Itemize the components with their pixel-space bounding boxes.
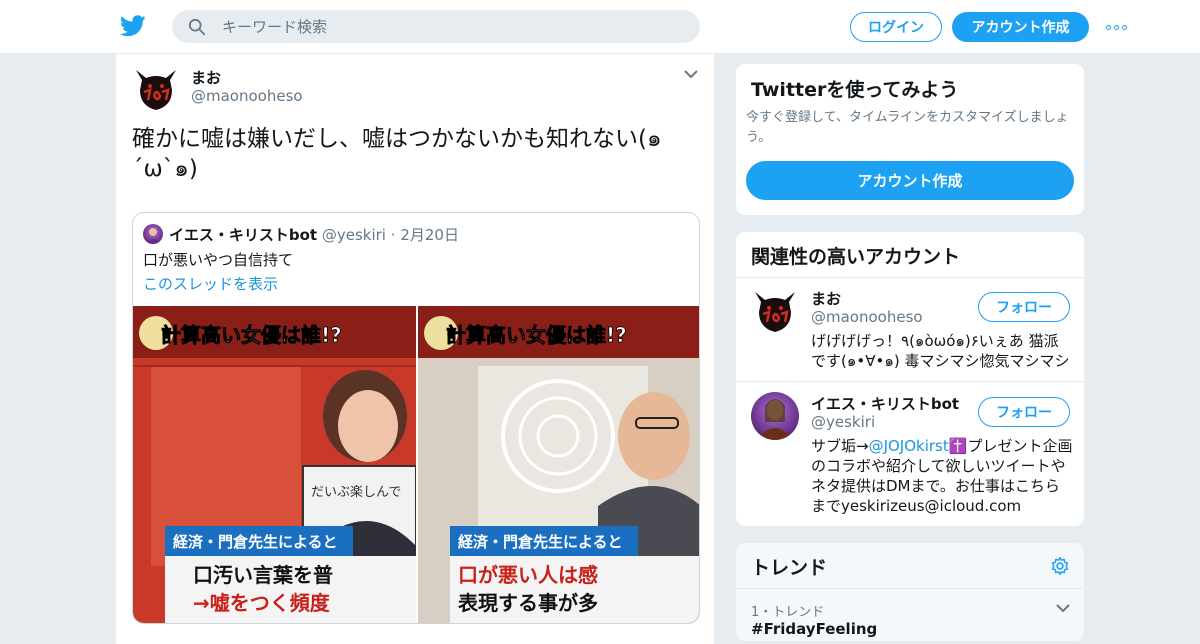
image-caption-line2-2: 表現する事が多 xyxy=(458,591,598,615)
account-handle[interactable]: @maonooheso xyxy=(811,308,923,326)
avatar[interactable] xyxy=(751,288,799,336)
quoted-avatar xyxy=(143,224,163,244)
account-bio: げげげげっ！٩(๑òωó๑)۶いぇあ 猫派です(๑•∀•๑) 毒マシマシ惚気マシ… xyxy=(811,332,1070,370)
signup-card-title: Twitterを使ってみよう xyxy=(751,79,959,101)
signup-card: Twitterを使ってみよう 今すぐ登録して、タイムラインをカスタマイズしましょ… xyxy=(735,63,1085,216)
quoted-text: 口が悪いやつ自信持て xyxy=(143,251,294,269)
avatar[interactable] xyxy=(132,66,180,114)
related-accounts-title: 関連性の高いアカウント xyxy=(751,246,961,268)
follow-button[interactable]: フォロー xyxy=(978,397,1070,427)
quoted-tweet[interactable]: イエス・キリストbot @yeskiri · 2月20日 口が悪いやつ自信持て … xyxy=(132,212,700,624)
media-image-2[interactable]: 計算高い女優は誰!? 経済・門倉先生によると 口が悪い人は感 表現する事が多 xyxy=(418,306,699,623)
media-image-1[interactable]: 計算高い女優は誰!? だいぶ楽しんで 経済・門倉先生によると 口汚い言葉を普 →… xyxy=(133,306,416,623)
account-name[interactable]: まお xyxy=(811,288,841,309)
signup-card-button[interactable]: アカウント作成 xyxy=(746,161,1074,200)
divider xyxy=(736,277,1084,278)
image-banner-1: 計算高い女優は誰!? xyxy=(161,323,342,347)
signup-card-subtitle: 今すぐ登録して、タイムラインをカスタマイズしましょう。 xyxy=(746,110,1069,145)
chevron-down-icon[interactable] xyxy=(684,69,698,79)
tv-screenshot-image: 計算高い女優は誰!? だいぶ楽しんで 経済・門倉先生によると 口汚い言葉を普 →… xyxy=(133,306,416,623)
account-handle[interactable]: @yeskiri xyxy=(811,413,875,431)
trend-item[interactable]: #FridayFeeling xyxy=(751,620,877,638)
tweet-author-name[interactable]: まお xyxy=(191,67,221,88)
bio-mention-link[interactable]: @JOJOkirst xyxy=(869,437,949,455)
image-caption-top-1: 経済・門倉先生によると xyxy=(173,533,338,551)
divider xyxy=(736,381,1084,382)
tweet-author-handle[interactable]: @maonooheso xyxy=(191,87,303,105)
divider xyxy=(736,588,1084,589)
avatar[interactable] xyxy=(751,392,799,440)
related-accounts-card: 関連性の高いアカウント まお @maonooheso フォロー げげげげっ！٩(… xyxy=(735,231,1085,527)
quoted-author-name[interactable]: イエス・キリストbot xyxy=(169,226,317,244)
bio-text: サブ垢→ xyxy=(811,437,869,455)
image-caption-line2-1: →嘘をつく頻度 xyxy=(193,591,331,615)
image-banner-2: 計算高い女優は誰!? xyxy=(446,323,627,347)
image-caption-top-2: 経済・門倉先生によると xyxy=(458,533,623,551)
gear-icon[interactable] xyxy=(1050,556,1070,576)
image-caption-line1-1: 口汚い言葉を普 xyxy=(193,563,333,587)
twitter-bird-icon[interactable] xyxy=(120,14,146,38)
quoted-media: 計算高い女優は誰!? だいぶ楽しんで 経済・門倉先生によると 口汚い言葉を普 →… xyxy=(133,306,699,623)
signup-button[interactable]: アカウント作成 xyxy=(952,12,1089,42)
quoted-header: イエス・キリストbot @yeskiri · 2月20日 xyxy=(169,224,459,245)
tweet-card: まお @maonooheso 確かに嘘は嫌いだし、嘘はつかないかも知れない(๑´… xyxy=(115,54,715,644)
follow-button[interactable]: フォロー xyxy=(978,292,1070,322)
search-icon xyxy=(188,18,206,36)
quoted-separator: · xyxy=(390,226,396,244)
top-navigation-bar: ログイン アカウント作成 xyxy=(0,0,1200,54)
quoted-author-handle[interactable]: @yeskiri xyxy=(322,226,386,244)
login-button[interactable]: ログイン xyxy=(850,12,942,42)
tweet-text: 確かに嘘は嫌いだし、嘘はつかないかも知れない(๑´ω`๑) xyxy=(132,126,662,182)
account-bio: サブ垢→@JOJOkirst✝️プレゼント企画のコラボや紹介して欲しいツイートや… xyxy=(811,436,1073,516)
search-box[interactable] xyxy=(172,10,700,43)
trend-rank-label: 1・トレンド xyxy=(751,605,825,620)
show-thread-link[interactable]: このスレッドを表示 xyxy=(143,273,278,294)
quoted-date[interactable]: 2月20日 xyxy=(400,226,459,244)
image-caption-line1-2: 口が悪い人は感 xyxy=(458,563,598,587)
tv-screenshot-image: 計算高い女優は誰!? 経済・門倉先生によると 口が悪い人は感 表現する事が多 xyxy=(418,306,699,623)
more-icon[interactable] xyxy=(1106,20,1132,34)
trends-card: トレンド 1・トレンド #FridayFeeling xyxy=(735,542,1085,642)
account-name[interactable]: イエス・キリストbot xyxy=(811,393,959,414)
chevron-down-icon[interactable] xyxy=(1056,603,1070,613)
search-input[interactable] xyxy=(222,10,682,43)
trends-title: トレンド xyxy=(751,557,828,579)
image-board-text: だいぶ楽しんで xyxy=(311,484,401,500)
